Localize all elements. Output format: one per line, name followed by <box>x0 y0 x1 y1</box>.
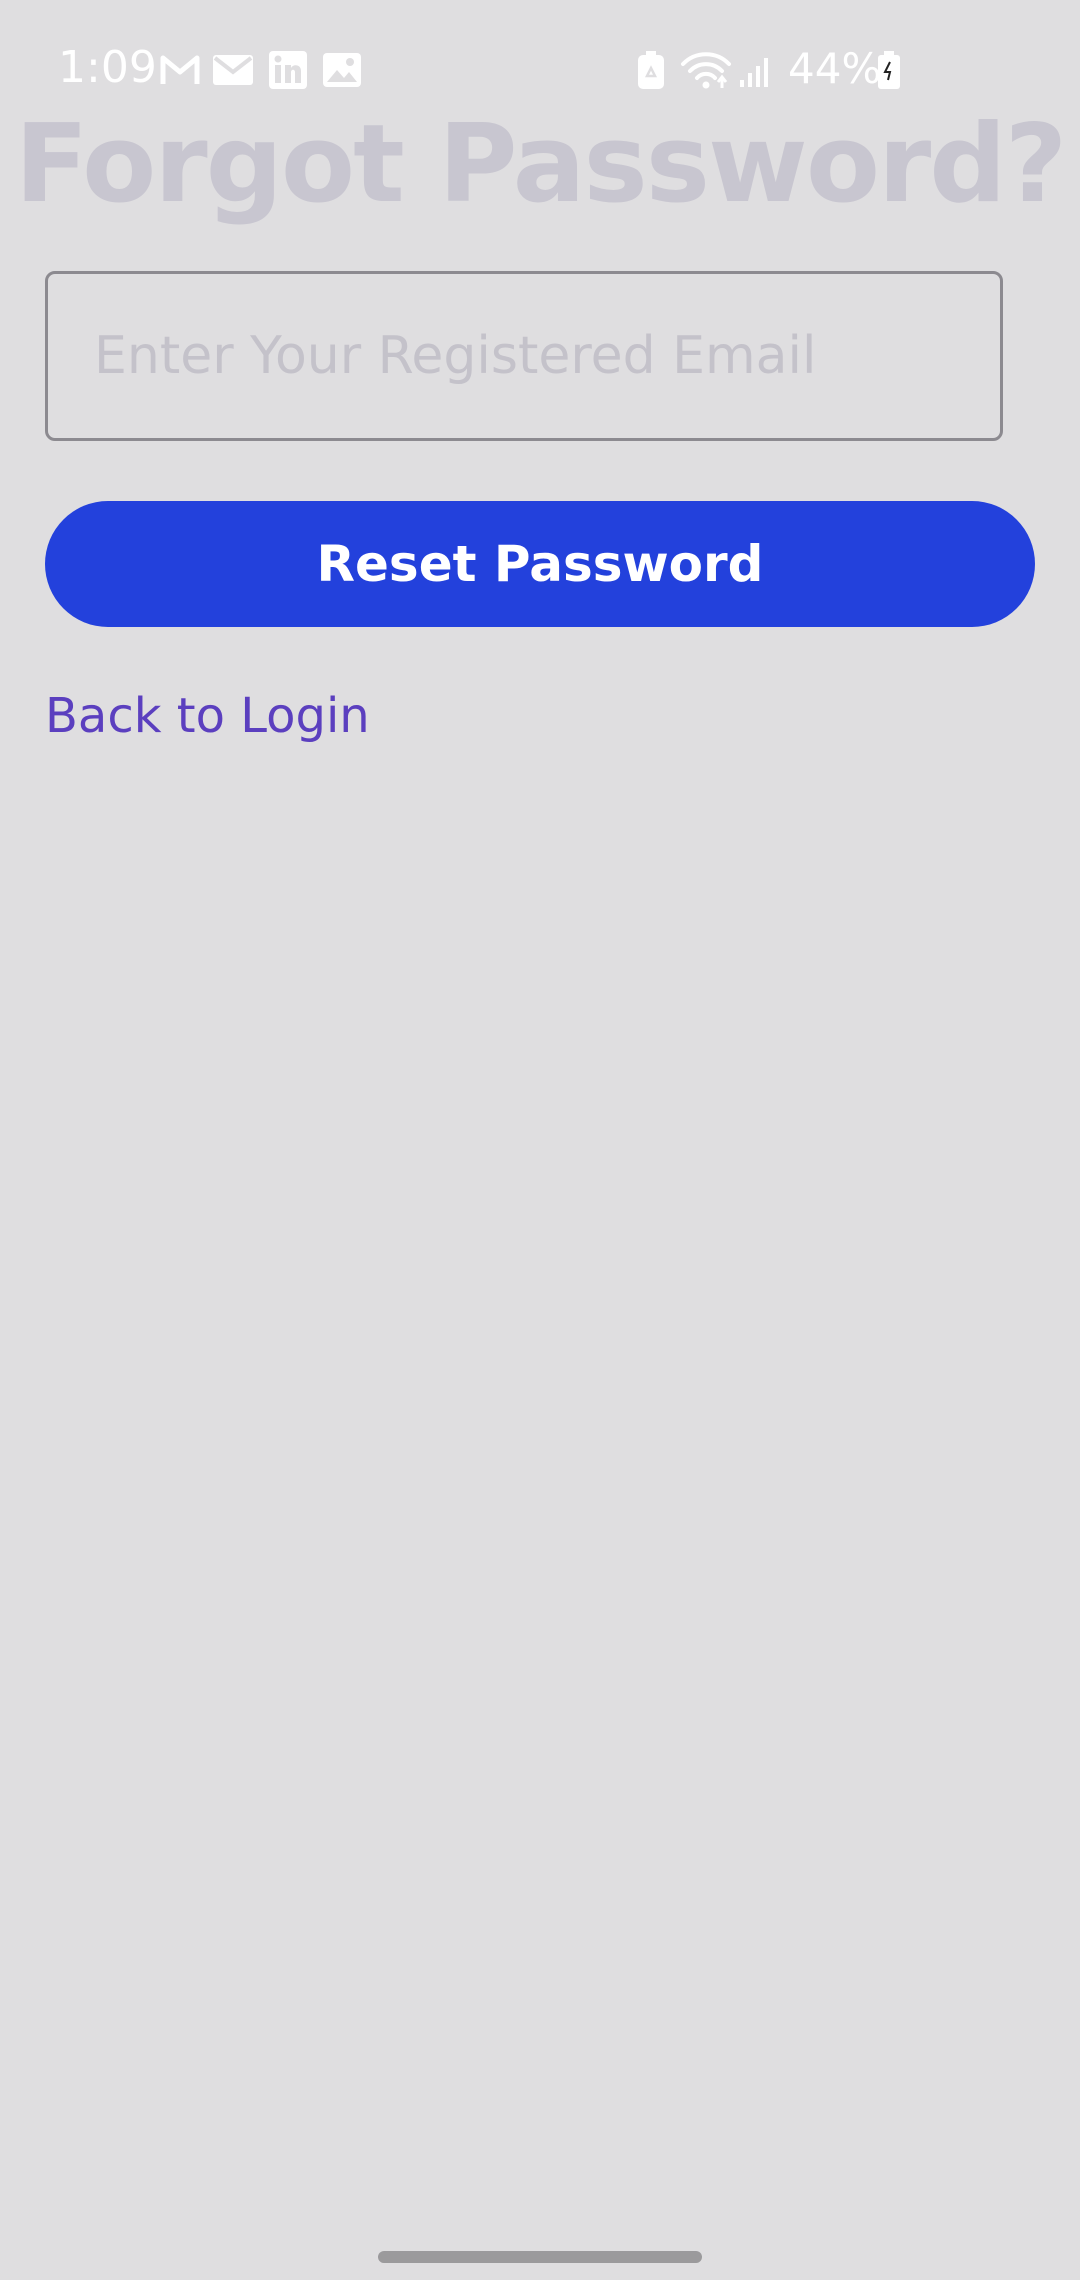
forgot-password-screen: 1:09 44% Forgot Password? Enter Your Reg… <box>0 0 1080 2280</box>
email-input[interactable] <box>48 274 1000 438</box>
linkedin-icon <box>268 50 308 90</box>
reset-password-button[interactable]: Reset Password <box>45 501 1035 627</box>
battery-percent: 44% <box>788 44 882 93</box>
wifi-icon <box>680 50 732 90</box>
battery-saver-icon <box>636 50 666 90</box>
status-time: 1:09 <box>58 42 157 93</box>
email-field[interactable] <box>45 271 1003 441</box>
battery-icon <box>876 50 902 90</box>
page-title: Forgot Password? <box>14 102 1067 227</box>
mail-icon <box>212 50 254 90</box>
back-to-login-link[interactable]: Back to Login <box>45 688 370 744</box>
signal-icon <box>738 50 774 90</box>
home-indicator[interactable] <box>378 2251 702 2263</box>
gallery-icon <box>322 50 362 90</box>
gmail-icon <box>160 50 200 90</box>
